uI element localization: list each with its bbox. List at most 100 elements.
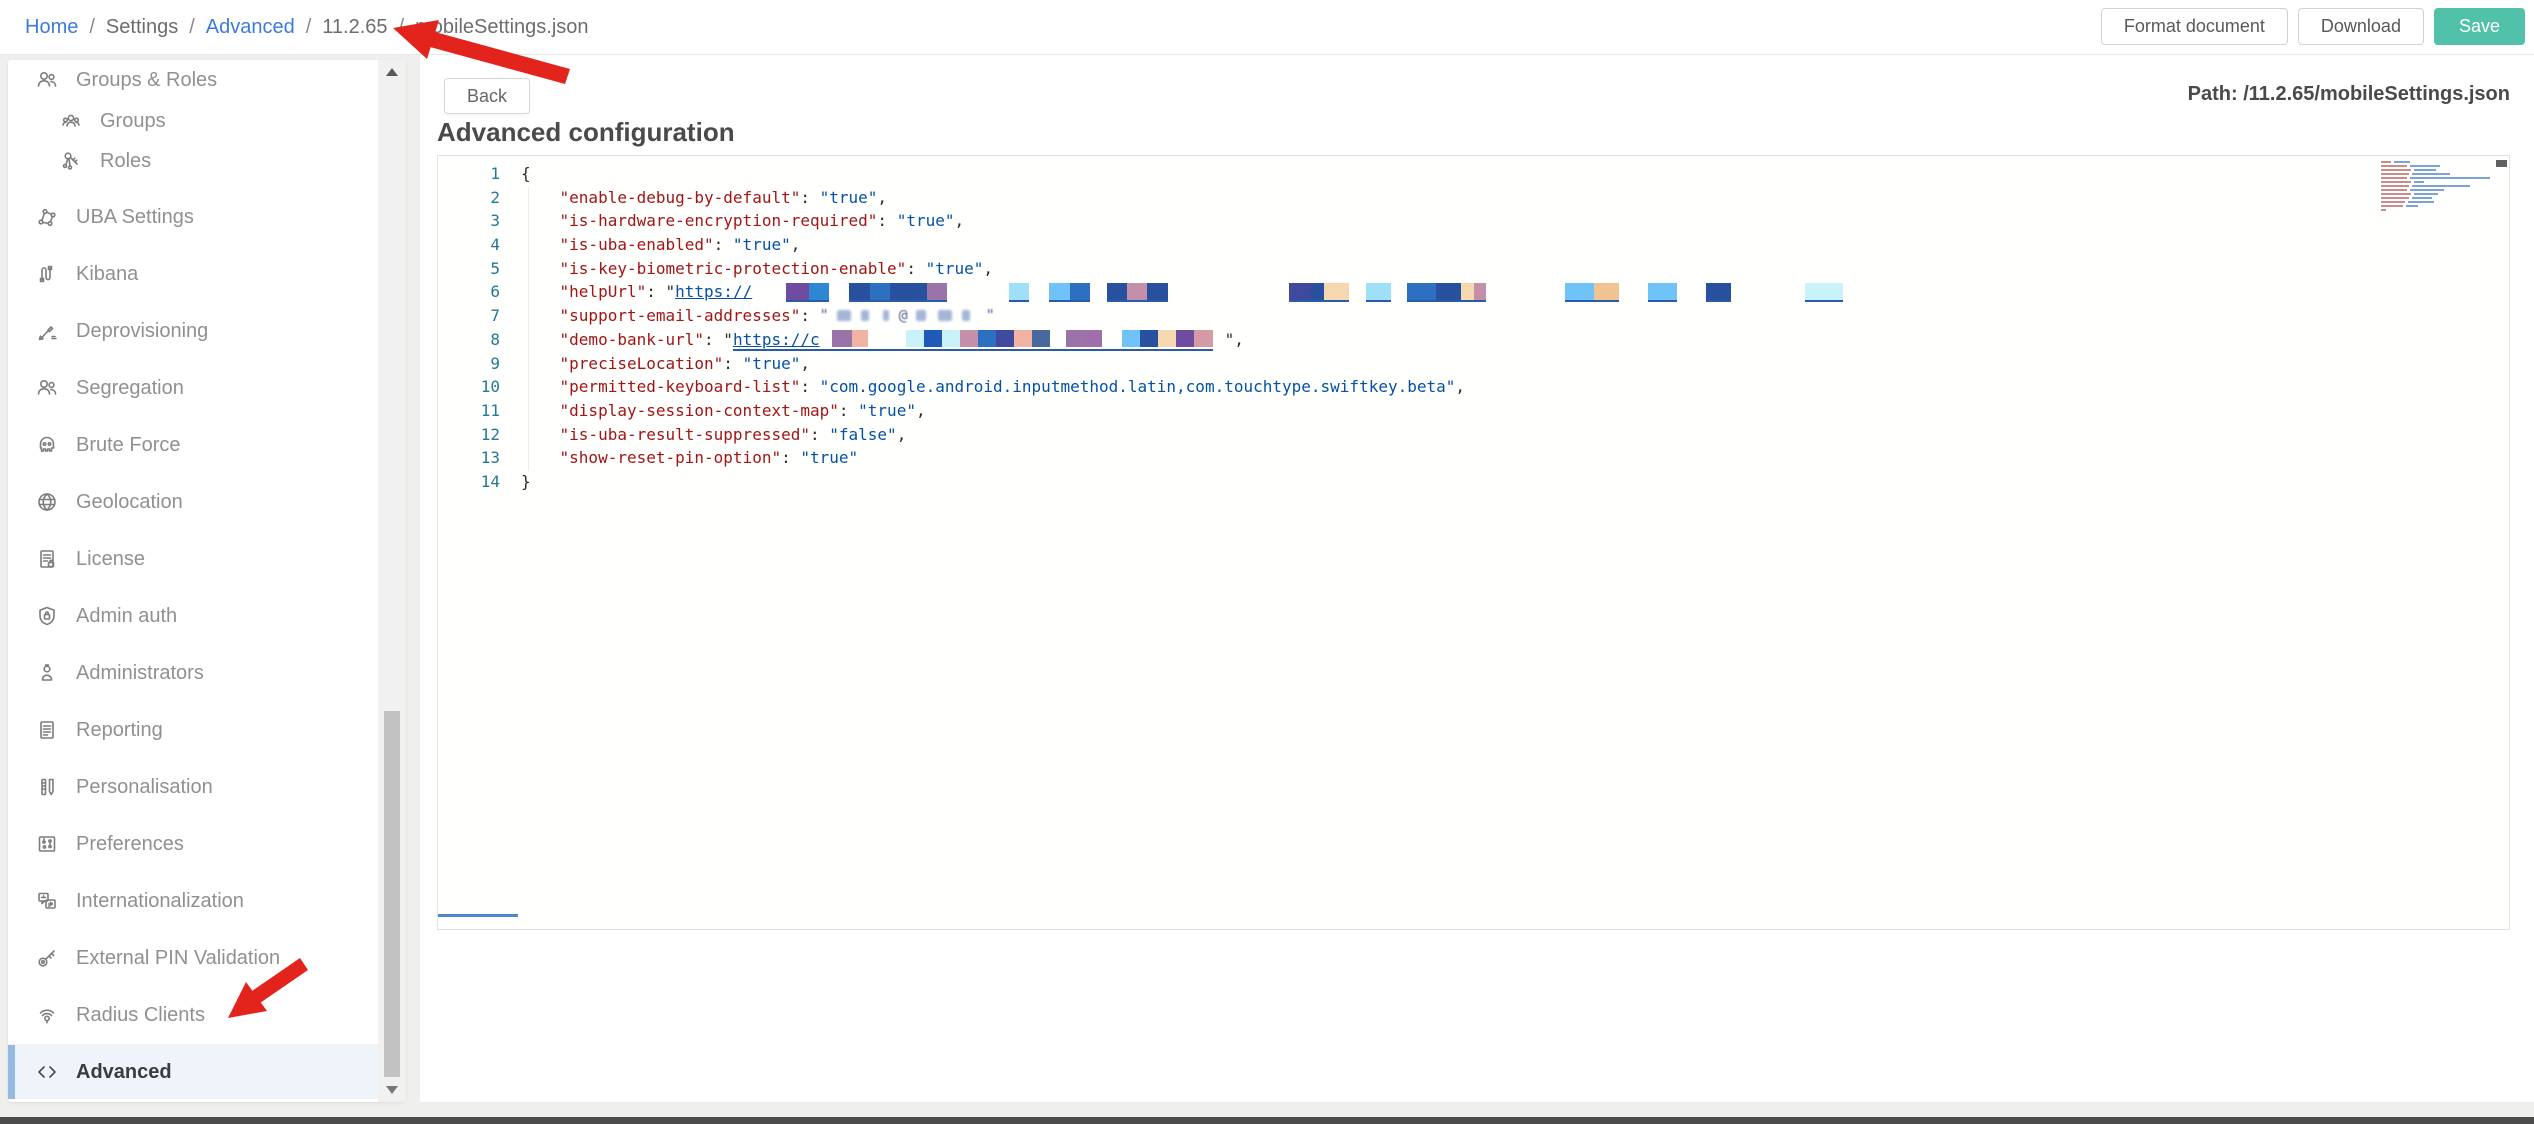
sidebar-item-deprovisioning[interactable]: Deprovisioning <box>8 311 378 351</box>
json-punctuation: , <box>954 211 964 230</box>
json-punctuation: , <box>983 259 993 278</box>
json-punctuation: { <box>521 164 531 183</box>
line-number: 7 <box>438 304 500 328</box>
sidebar-item-kibana[interactable]: Kibana <box>8 254 378 294</box>
app-window: Home/Settings/Advanced/11.2.65/mobileSet… <box>0 0 2534 1124</box>
code-line-14: 14} <box>438 470 2509 494</box>
code-line-10: 10 "permitted-keyboard-list": "com.googl… <box>438 375 2509 399</box>
sidebar-item-reporting[interactable]: Reporting <box>8 710 378 750</box>
json-punctuation: : <box>810 425 829 444</box>
scroll-down-icon[interactable] <box>386 1086 398 1094</box>
json-key: "demo-bank-url" <box>560 330 705 349</box>
json-punctuation: , <box>800 354 810 373</box>
sidebar-scrollbar-thumb[interactable] <box>384 711 400 1077</box>
json-key: "is-key-biometric-protection-enable" <box>560 259 907 278</box>
json-key: "preciseLocation" <box>560 354 724 373</box>
json-punctuation: : <box>704 330 723 349</box>
sidebar-item-administrators[interactable]: Administrators <box>8 653 378 693</box>
groups-roles-icon <box>34 67 60 93</box>
line-number: 4 <box>438 233 500 257</box>
sidebar-item-radius-clients[interactable]: Radius Clients <box>8 995 378 1035</box>
sidebar-item-label: Brute Force <box>76 434 180 457</box>
sidebar-item-advanced[interactable]: Advanced <box>8 1044 378 1099</box>
json-punctuation: : <box>800 377 819 396</box>
code-line-13: 13 "show-reset-pin-option": "true" <box>438 446 2509 470</box>
line-number: 5 <box>438 257 500 281</box>
json-punctuation: : <box>723 354 742 373</box>
json-punctuation: , <box>916 401 926 420</box>
json-punctuation: : <box>877 211 896 230</box>
download-button[interactable]: Download <box>2298 8 2424 45</box>
json-key: "display-session-context-map" <box>560 401 839 420</box>
administrators-icon <box>34 660 60 686</box>
code-area: 1{2 "enable-debug-by-default": "true",3 … <box>438 162 2509 494</box>
line-number: 1 <box>438 162 500 186</box>
scroll-up-icon[interactable] <box>386 68 398 76</box>
line-number: 10 <box>438 375 500 399</box>
code-line-1: 1{ <box>438 162 2509 186</box>
sidebar-item-admin-auth[interactable]: Admin auth <box>8 596 378 636</box>
sidebar-item-label: Groups <box>100 110 166 133</box>
json-value: "true" <box>820 188 878 207</box>
editor-horizontal-scrollbar[interactable] <box>438 914 518 917</box>
url-link-text[interactable]: https:// <box>675 282 752 301</box>
json-punctuation: : <box>839 401 858 420</box>
code-line-7: 7 "support-email-addresses": "@" <box>438 304 2509 328</box>
geolocation-icon <box>34 489 60 515</box>
code-line-9: 9 "preciseLocation": "true", <box>438 352 2509 376</box>
breadcrumb-advanced[interactable]: Advanced <box>206 16 295 39</box>
redacted-url-link[interactable]: https://c <box>733 330 1213 351</box>
json-punctuation: } <box>521 472 531 491</box>
json-value: "true" <box>897 211 955 230</box>
sidebar-item-label: Administrators <box>76 662 204 685</box>
url-link-text[interactable]: https://c <box>733 330 820 349</box>
sidebar-item-personalisation[interactable]: Personalisation <box>8 767 378 807</box>
code-line-11: 11 "display-session-context-map": "true"… <box>438 399 2509 423</box>
back-button[interactable]: Back <box>444 78 530 114</box>
sidebar-item-license[interactable]: License <box>8 539 378 579</box>
main-panel: Back Advanced configuration Path: /11.2.… <box>420 55 2534 1102</box>
sidebar-item-label: External PIN Validation <box>76 947 280 970</box>
sidebar-item-label: Deprovisioning <box>76 320 208 343</box>
code-line-12: 12 "is-uba-result-suppressed": "false", <box>438 423 2509 447</box>
sidebar-item-brute-force[interactable]: Brute Force <box>8 425 378 465</box>
sidebar-item-external-pin-validation[interactable]: External PIN Validation <box>8 938 378 978</box>
top-bar: Home/Settings/Advanced/11.2.65/mobileSet… <box>0 0 2534 55</box>
json-key: "support-email-addresses" <box>560 306 801 325</box>
sidebar-item-label: Advanced <box>76 1061 172 1084</box>
page-title: Advanced configuration <box>437 117 735 148</box>
json-key: "permitted-keyboard-list" <box>560 377 801 396</box>
json-punctuation: : <box>781 448 800 467</box>
format-document-button[interactable]: Format document <box>2101 8 2288 45</box>
sidebar-item-geolocation[interactable]: Geolocation <box>8 482 378 522</box>
sidebar-item-uba-settings[interactable]: UBA Settings <box>8 197 378 237</box>
line-number: 11 <box>438 399 500 423</box>
sidebar-item-groups[interactable]: Groups <box>8 102 378 140</box>
brute-force-icon <box>34 432 60 458</box>
json-punctuation: , <box>1455 377 1465 396</box>
sidebar-item-label: Admin auth <box>76 605 177 628</box>
json-key: "enable-debug-by-default" <box>560 188 801 207</box>
advanced-icon <box>34 1059 60 1085</box>
line-number: 8 <box>438 328 500 352</box>
deprovisioning-icon <box>34 318 60 344</box>
sidebar-item-label: Radius Clients <box>76 1004 205 1027</box>
editor-scrollbar-slider[interactable] <box>2496 160 2507 167</box>
breadcrumb-11-2-65: 11.2.65 <box>322 16 387 39</box>
sidebar-item-preferences[interactable]: Preferences <box>8 824 378 864</box>
breadcrumb: Home/Settings/Advanced/11.2.65/mobileSet… <box>25 0 589 55</box>
editor-minimap[interactable] <box>2381 161 2493 213</box>
code-line-3: 3 "is-hardware-encryption-required": "tr… <box>438 209 2509 233</box>
sidebar-item-groups-roles[interactable]: Groups & Roles <box>8 60 378 100</box>
line-number: 2 <box>438 186 500 210</box>
json-code-editor[interactable]: 1{2 "enable-debug-by-default": "true",3 … <box>437 155 2510 930</box>
save-button[interactable]: Save <box>2434 8 2525 45</box>
sidebar-item-roles[interactable]: Roles <box>8 142 378 180</box>
sidebar-item-label: Geolocation <box>76 491 183 514</box>
breadcrumb-home[interactable]: Home <box>25 16 78 39</box>
sidebar-item-segregation[interactable]: Segregation <box>8 368 378 408</box>
sidebar-item-internationalization[interactable]: Internationalization <box>8 881 378 921</box>
sidebar-scrollbar[interactable] <box>378 60 406 1102</box>
line-number: 14 <box>438 470 500 494</box>
sidebar-item-label: Personalisation <box>76 776 213 799</box>
